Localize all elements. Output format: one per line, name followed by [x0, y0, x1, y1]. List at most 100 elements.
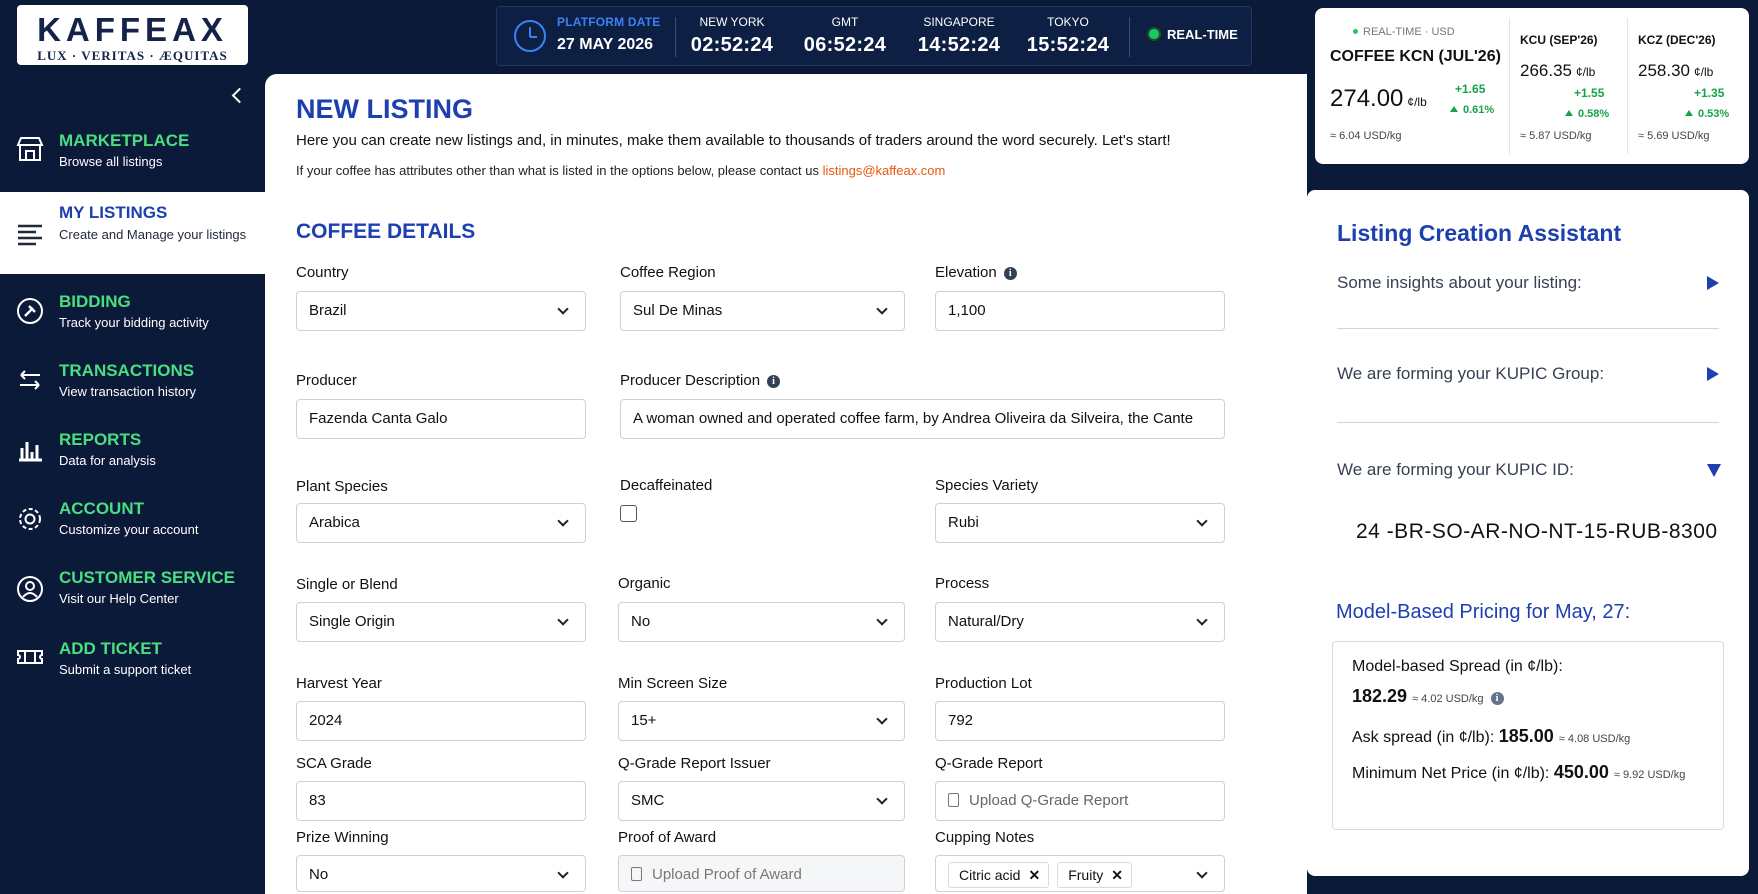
ticker-pct: 0.61% [1450, 104, 1494, 116]
contact-email-link[interactable]: listings@kaffeax.com [823, 163, 946, 178]
production-lot-input[interactable]: 792 [935, 701, 1225, 741]
sidebar-item-subtitle: Submit a support ticket [59, 662, 192, 677]
region-select[interactable]: Sul De Minas [620, 291, 905, 331]
zone-time: 06:52:24 [803, 34, 887, 56]
collapse-sidebar-chevron-left-icon[interactable] [230, 86, 246, 106]
collapse-triangle-down-icon[interactable] [1707, 464, 1721, 477]
q-grade-upload-button[interactable]: Upload Q-Grade Report [935, 781, 1225, 821]
producer-label: Producer [296, 372, 357, 389]
info-icon[interactable]: i [1003, 267, 1017, 280]
ask-spread-line: Ask spread (in ¢/lb): 185.00 ≈ 4.08 USD/k… [1352, 726, 1631, 746]
zone-tokyo: TOKYO 15:52:24 [1023, 15, 1113, 57]
kupic-id-row[interactable]: We are forming your KUPIC ID: [1337, 460, 1574, 480]
sidebar: MARKETPLACE Browse all listings MY LISTI… [0, 74, 265, 894]
realtime-usd-label: REAL-TIME · USD [1353, 26, 1455, 38]
min-value: 450.00 [1553, 762, 1609, 782]
sidebar-item-marketplace[interactable]: MARKETPLACE Browse all listings [0, 114, 265, 184]
sidebar-item-reports[interactable]: REPORTS Data for analysis [0, 422, 265, 482]
sidebar-item-my-listings[interactable]: MY LISTINGS Create and Manage your listi… [0, 192, 265, 274]
production-lot-label: Production Lot [935, 675, 1032, 692]
zone-label: TOKYO [1047, 15, 1089, 29]
ticker-change: +1.35 [1694, 86, 1725, 100]
sidebar-item-subtitle: Create and Manage your listings [59, 227, 247, 242]
sidebar-item-subtitle: Data for analysis [59, 453, 156, 468]
realtime-label: REAL-TIME [1167, 27, 1238, 42]
producer-description-label: Producer Description i [620, 372, 781, 389]
ticker-price: 266.35 ¢/lb [1520, 61, 1596, 80]
chart-icon [19, 442, 42, 462]
prize-winning-select[interactable]: No [296, 855, 586, 892]
sidebar-item-title: CUSTOMER SERVICE [59, 568, 236, 587]
harvest-year-input[interactable]: 2024 [296, 701, 586, 741]
process-select[interactable]: Natural/Dry [935, 602, 1225, 642]
sca-grade-label: SCA Grade [296, 755, 372, 772]
q-grade-issuer-select[interactable]: SMC [618, 781, 905, 821]
remove-chip-close-icon[interactable]: ✕ [1028, 863, 1040, 887]
ticker-kg: ≈ 5.87 USD/kg [1520, 130, 1592, 142]
intro-text: Here you can create new listings and, in… [296, 132, 1171, 149]
insights-row[interactable]: Some insights about your listing: [1337, 273, 1582, 293]
zone-time: 14:52:24 [917, 34, 1001, 56]
clock-bar: PLATFORM DATE 27 MAY 2026 NEW YORK 02:52… [496, 6, 1252, 66]
min-kg: ≈ 9.92 USD/kg [1613, 769, 1686, 781]
zone-new-york: NEW YORK 02:52:24 [687, 15, 777, 57]
listing-assistant-panel: Listing Creation Assistant Some insights… [1307, 190, 1749, 876]
sidebar-item-account[interactable]: ACCOUNT Customize your account [0, 492, 265, 552]
divider [1337, 328, 1719, 329]
ticker-change: +1.55 [1574, 86, 1605, 100]
kupic-group-row[interactable]: We are forming your KUPIC Group: [1337, 364, 1604, 384]
ticker-kcu[interactable]: KCU (SEP'26) 266.35 ¢/lb +1.55 0.58% ≈ 5.… [1510, 8, 1626, 164]
zone-label: NEW YORK [699, 15, 765, 29]
sidebar-item-title: TRANSACTIONS [59, 361, 195, 380]
producer-description-input[interactable]: A woman owned and operated coffee farm, … [620, 399, 1225, 439]
elevation-input[interactable]: 1,100 [935, 291, 1225, 331]
spread-kg: ≈ 4.02 USD/kg [1412, 693, 1484, 705]
upload-file-icon [631, 867, 642, 881]
sidebar-item-subtitle: View transaction history [59, 384, 197, 399]
species-variety-select[interactable]: Rubi [935, 503, 1225, 543]
remove-chip-close-icon[interactable]: ✕ [1111, 863, 1123, 887]
logo-motto: LUX · VERITAS · ÆQUITAS [37, 48, 228, 63]
cupping-notes-select[interactable]: Citric acid ✕ Fruity ✕ [935, 855, 1225, 892]
cupping-chip: Citric acid ✕ [948, 862, 1050, 888]
region-label: Coffee Region [620, 264, 716, 281]
sidebar-item-add-ticket[interactable]: ADD TICKET Submit a support ticket [0, 632, 265, 692]
expand-triangle-right-icon[interactable] [1707, 367, 1719, 381]
ticker-name: KCZ (DEC'26) [1638, 33, 1716, 47]
store-icon [16, 137, 44, 161]
organic-select[interactable]: No [618, 602, 905, 642]
ask-value: 185.00 [1498, 726, 1554, 746]
ticker-kg: ≈ 5.69 USD/kg [1638, 130, 1710, 142]
gear-icon [19, 508, 41, 530]
proof-of-award-label: Proof of Award [618, 829, 717, 846]
ticker-kcn[interactable]: REAL-TIME · USD COFFEE KCN (JUL'26) 274.… [1315, 8, 1508, 164]
prize-winning-label: Prize Winning [296, 829, 389, 846]
bidding-icon [17, 298, 43, 324]
divider [1337, 422, 1719, 423]
sidebar-item-bidding[interactable]: BIDDING Track your bidding activity [0, 284, 265, 344]
ticker-change: +1.65 [1455, 82, 1486, 96]
sidebar-item-title: ACCOUNT [59, 499, 144, 518]
elevation-label: Elevation i [935, 264, 1017, 281]
info-icon[interactable]: i [1490, 692, 1504, 705]
producer-input[interactable]: Fazenda Canta Galo [296, 399, 586, 439]
expand-triangle-right-icon[interactable] [1707, 276, 1719, 290]
sidebar-item-customer-service[interactable]: CUSTOMER SERVICE Visit our Help Center [0, 562, 265, 622]
sca-grade-input[interactable]: 83 [296, 781, 586, 821]
screen-size-select[interactable]: 15+ [618, 701, 905, 741]
proof-of-award-upload[interactable]: Upload Proof of Award [618, 855, 905, 892]
sidebar-item-subtitle: Track your bidding activity [59, 315, 209, 330]
process-label: Process [935, 575, 990, 592]
info-icon[interactable]: i [767, 375, 781, 388]
country-select[interactable]: Brazil [296, 291, 586, 331]
sidebar-item-transactions[interactable]: TRANSACTIONS View transaction history [0, 353, 265, 413]
plant-species-select[interactable]: Arabica [296, 503, 586, 543]
logo[interactable]: KAFFEAX LUX · VERITAS · ÆQUITAS [17, 5, 248, 65]
ticker-kcz[interactable]: KCZ (DEC'26) 258.30 ¢/lb +1.35 0.53% ≈ 5.… [1628, 8, 1749, 164]
decaffeinated-checkbox[interactable] [620, 505, 637, 522]
blend-select[interactable]: Single Origin [296, 602, 586, 642]
zone-label: SINGAPORE [923, 15, 995, 29]
sidebar-item-subtitle: Customize your account [59, 522, 199, 537]
arrows-icon [20, 370, 40, 390]
app-root: KAFFEAX LUX · VERITAS · ÆQUITAS PLATFORM… [0, 0, 1758, 894]
